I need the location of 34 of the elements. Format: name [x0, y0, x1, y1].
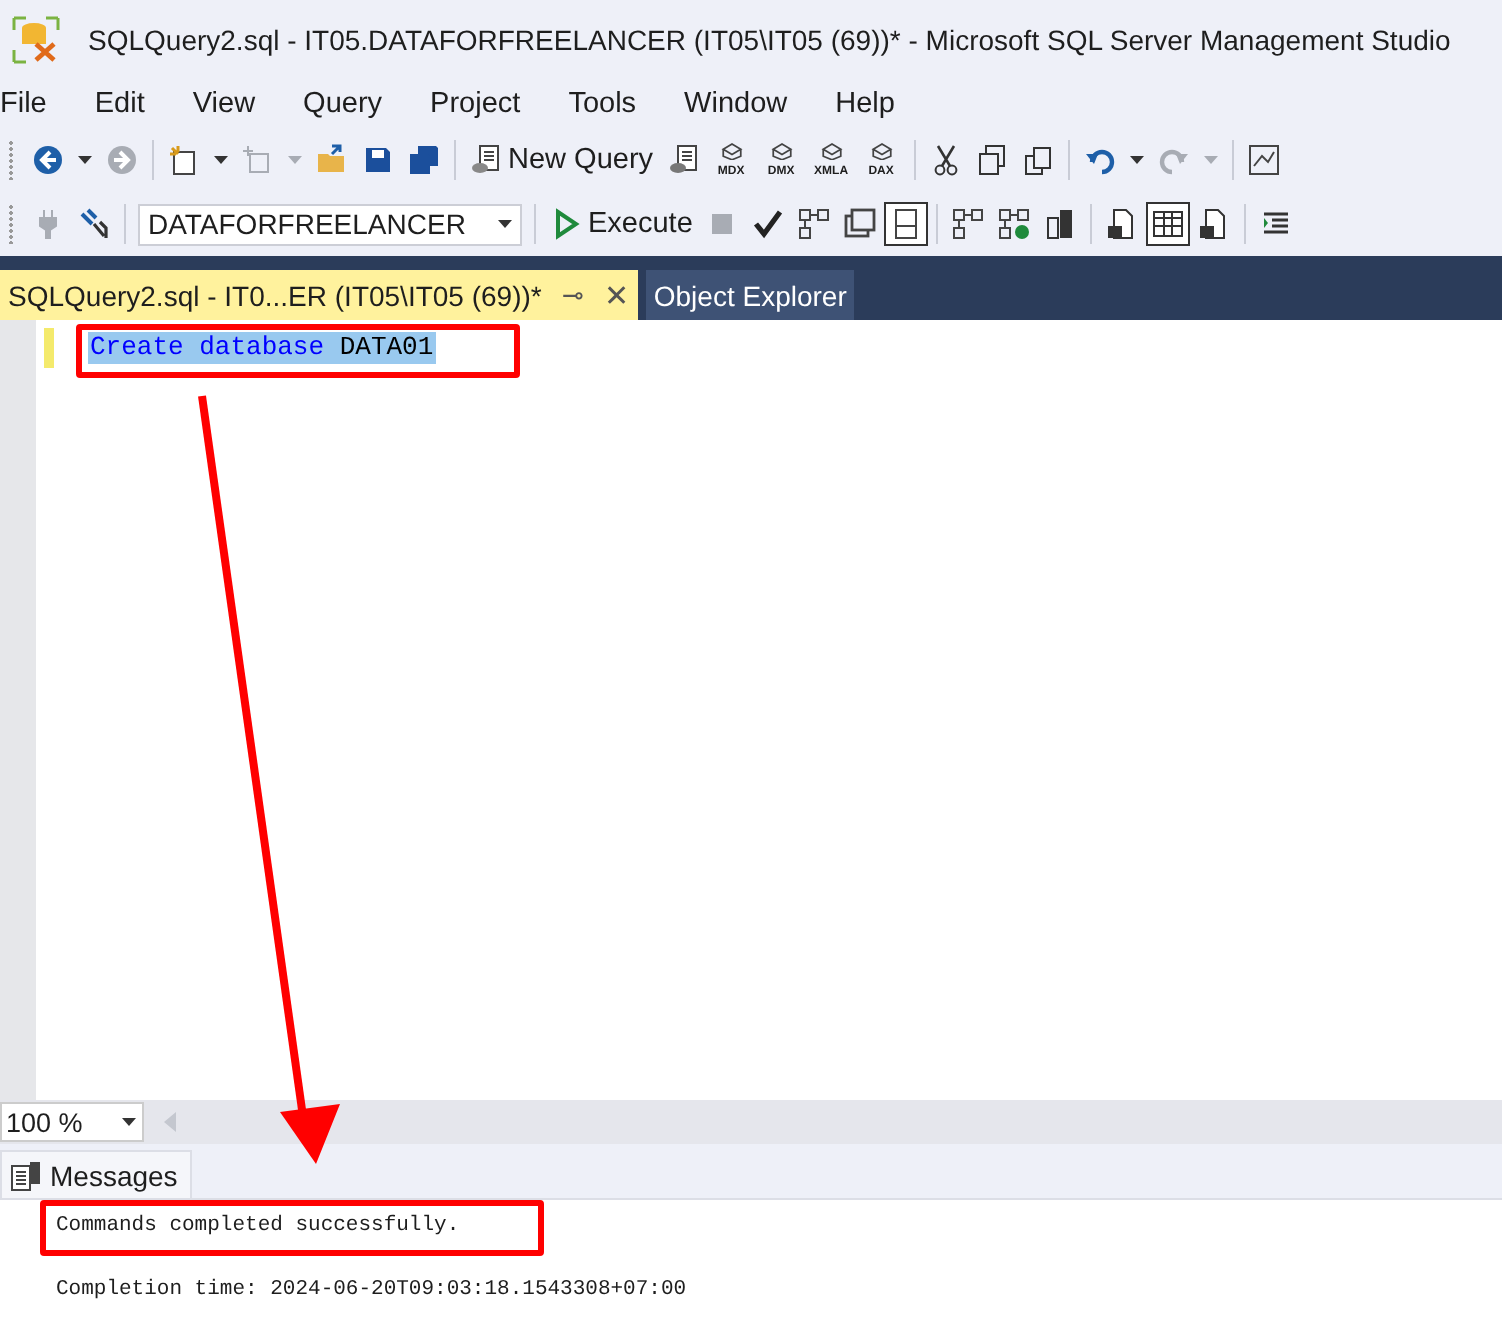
menu-item[interactable]: Edit [94, 88, 145, 120]
execute-button[interactable]: Execute [544, 202, 699, 246]
menu-item[interactable]: File [0, 88, 47, 120]
play-icon [550, 208, 582, 240]
document-tab[interactable]: SQLQuery2.sql - IT0...ER (IT05\IT05 (69))* ⊸ ✕ [0, 270, 638, 320]
pin-icon[interactable]: ⊸ [561, 280, 584, 310]
cube-icon [717, 141, 746, 159]
close-icon[interactable]: ✕ [603, 277, 630, 313]
new-query-icon [470, 144, 502, 176]
menu-item[interactable]: Project [430, 88, 521, 120]
menu-item[interactable]: Tools [568, 88, 637, 120]
new-query-button[interactable]: New Query [464, 138, 660, 182]
cube-icon [817, 141, 846, 159]
caret-icon[interactable] [208, 154, 234, 166]
menu-item[interactable]: Query [303, 88, 383, 120]
results-pane-icon[interactable] [884, 202, 929, 246]
window-title: SQLQuery2.sql - IT05.DATAFORFREELANCER (IT05\IT05 (69))* - Microsoft SQL Server Management Studio [88, 24, 1451, 56]
caret-icon [122, 1118, 136, 1126]
messages-icon [10, 1159, 42, 1191]
message-text: Commands completed successfully. [56, 1214, 462, 1238]
menu-item[interactable]: View [192, 88, 256, 120]
database-dropdown[interactable]: DATAFORFREELANCER [138, 203, 522, 245]
caret-icon[interactable] [72, 154, 98, 166]
grid-icon[interactable] [1146, 202, 1191, 246]
menu-item[interactable]: Window [684, 88, 788, 120]
cube-icon [867, 141, 896, 159]
cube-icon [767, 141, 796, 159]
menu-item[interactable]: Help [835, 88, 895, 120]
message-text: Completion time: 2024-06-20T09:03:18.1543308+07:00 [56, 1278, 689, 1302]
app-logo-icon [12, 16, 60, 64]
caret-icon [498, 220, 512, 228]
document-tab[interactable]: Object Explorer [645, 270, 855, 320]
messages-tab[interactable]: Messages [0, 1150, 192, 1198]
zoom-dropdown[interactable]: 100 % [0, 1102, 144, 1142]
